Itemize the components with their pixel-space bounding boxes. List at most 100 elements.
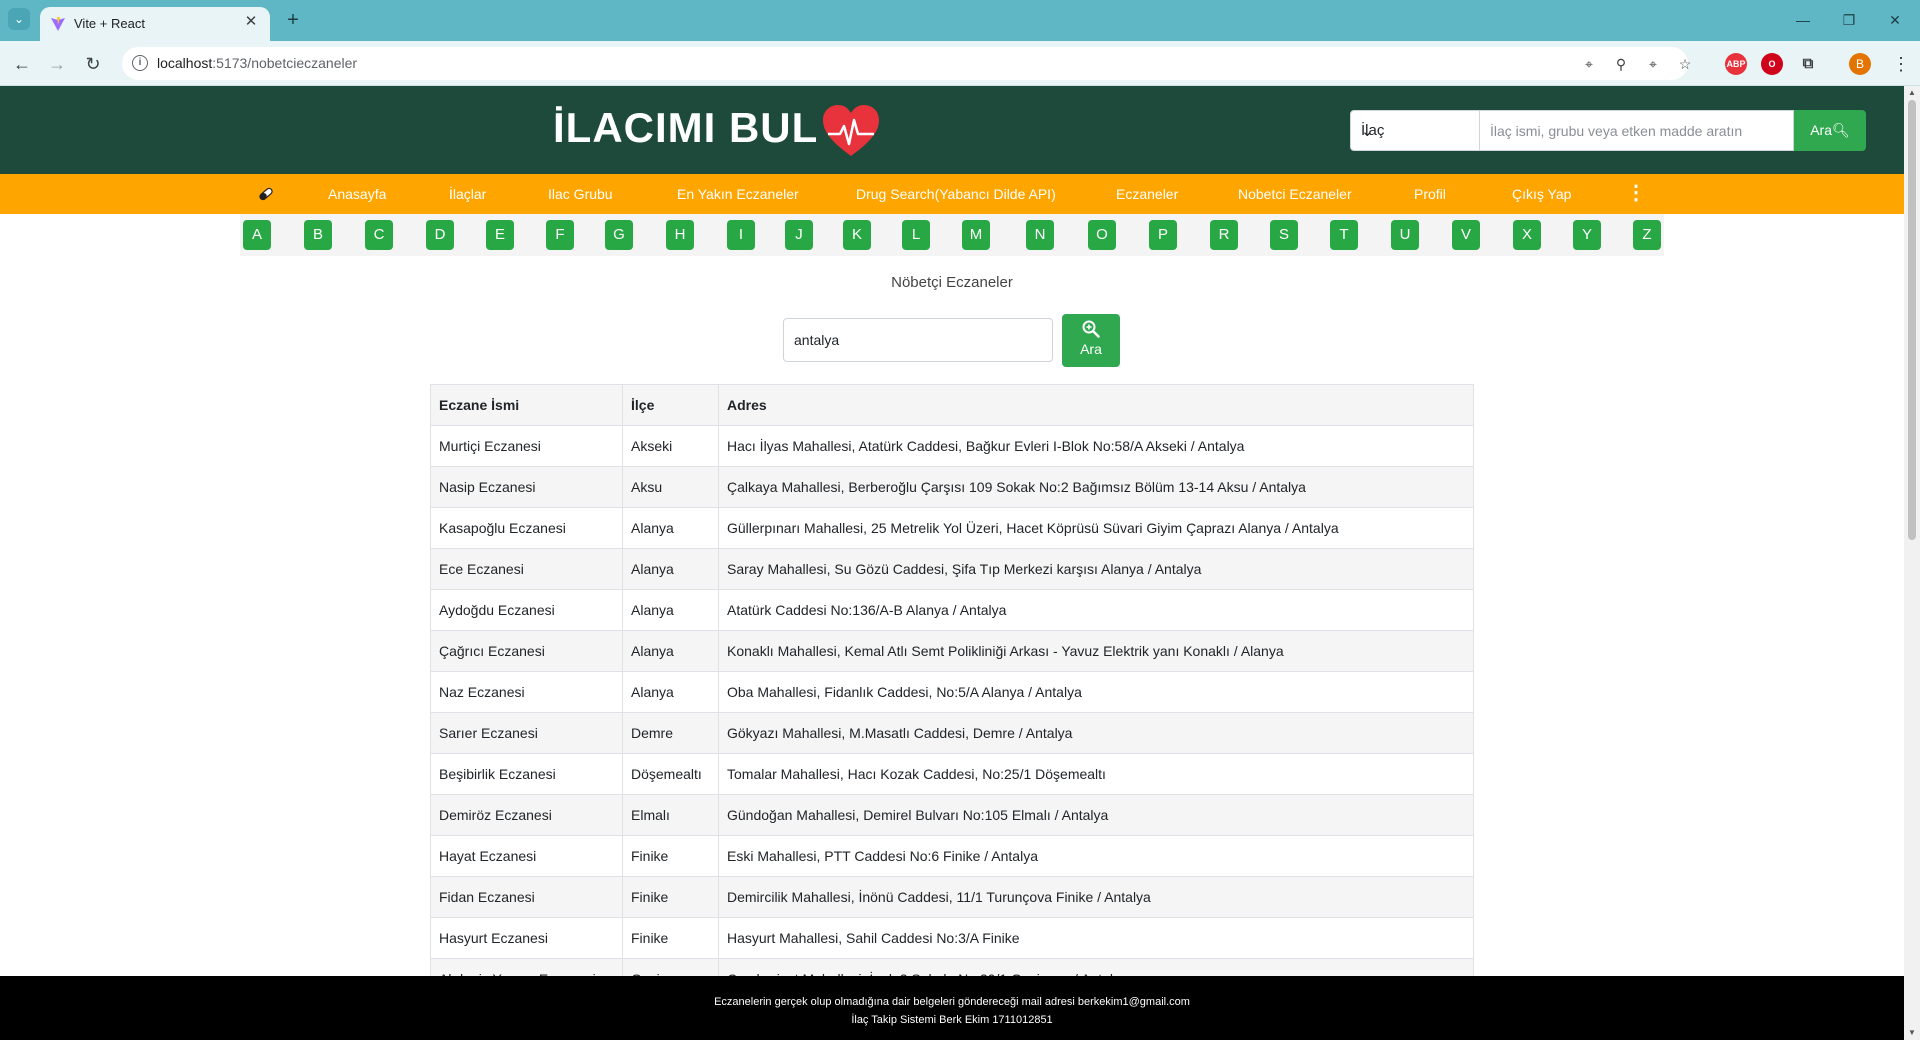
address: Hacı İlyas Mahallesi, Atatürk Caddesi, B… — [718, 425, 1474, 467]
letter-button[interactable]: R — [1210, 220, 1238, 250]
column-header: Adres — [718, 384, 1474, 426]
letter-button[interactable]: P — [1149, 220, 1177, 250]
district: Finike — [622, 876, 719, 918]
page-viewport: İLACIMI BUL İlaç ⌄ İlaç ismi, grubu veya… — [0, 86, 1904, 1040]
tab-close-icon[interactable]: ✕ — [242, 13, 260, 31]
table-row: Hasyurt Eczanesi Finike Hasyurt Mahallesi,… — [430, 917, 1474, 959]
table-row: Demiröz Eczanesi Elmalı Gündoğan Mahallesi… — [430, 794, 1474, 836]
alphabet-filter: A B C D E F G H I J K L M N O P R S T U … — [240, 214, 1664, 256]
letter-button[interactable]: X — [1513, 220, 1541, 250]
location-icon[interactable]: ⌖ — [1578, 53, 1600, 75]
letter-button[interactable]: T — [1330, 220, 1358, 250]
pin-icon[interactable]: ⌖ — [1642, 53, 1664, 75]
site-info-icon[interactable]: i — [132, 55, 148, 71]
city-search-value: antalya — [794, 332, 840, 348]
pharmacy-name: Fidan Eczanesi — [430, 876, 623, 918]
tab-search-chevron-icon[interactable]: ⌄ — [8, 8, 30, 30]
close-window-icon[interactable]: ✕ — [1882, 9, 1908, 31]
pill-icon[interactable] — [258, 186, 274, 202]
letter-button[interactable]: O — [1088, 220, 1116, 250]
restore-icon[interactable]: ❐ — [1836, 9, 1862, 31]
nav-ilac-grubu[interactable]: Ilac Grubu — [548, 174, 613, 214]
extensions-puzzle-icon[interactable]: ⧉ — [1797, 53, 1819, 75]
minimize-icon[interactable]: — — [1790, 9, 1816, 31]
table-row: Nasip Eczanesi Aksu Çalkaya Mahallesi, Ber… — [430, 466, 1474, 508]
browser-tabbar: ⌄ Vite + React ✕ + — ❐ ✕ — [0, 0, 1920, 41]
letter-button[interactable]: F — [546, 220, 574, 250]
letter-button[interactable]: N — [1026, 220, 1054, 250]
letter-button[interactable]: D — [426, 220, 454, 250]
letter-button[interactable]: J — [785, 220, 813, 250]
browser-menu-icon[interactable]: ⋮ — [1892, 51, 1910, 77]
district: Finike — [622, 917, 719, 959]
search-type-select[interactable]: İlaç ⌄ — [1350, 110, 1480, 151]
nav-en-yakin-eczaneler[interactable]: En Yakın Eczaneler — [677, 174, 799, 214]
header-search-button[interactable]: Ara🔍︎ — [1794, 110, 1866, 151]
address: Tomalar Mahallesi, Hacı Kozak Caddesi, N… — [718, 753, 1474, 795]
browser-tab[interactable]: Vite + React ✕ — [40, 7, 270, 41]
letter-button[interactable]: K — [843, 220, 871, 250]
pharmacy-name: Ece Eczanesi — [430, 548, 623, 590]
main-navbar: Anasayfa İlaçlar Ilac Grubu En Yakın Ecz… — [0, 174, 1904, 214]
district: Finike — [622, 835, 719, 877]
forward-icon[interactable]: → — [44, 51, 70, 77]
site-logo[interactable]: İLACIMI BUL — [553, 104, 818, 152]
letter-button[interactable]: V — [1452, 220, 1480, 250]
letter-button[interactable]: A — [243, 220, 271, 250]
letter-button[interactable]: H — [666, 220, 694, 250]
profile-avatar[interactable]: B — [1849, 53, 1871, 75]
tab-title: Vite + React — [74, 16, 145, 31]
nav-ilaclar[interactable]: İlaçlar — [449, 174, 486, 214]
page-scrollbar[interactable]: ▲ ▼ — [1904, 86, 1920, 1040]
search-icon: 🔍︎ — [1832, 122, 1850, 138]
city-search-button[interactable]: Ara — [1062, 314, 1120, 367]
nav-cikis-yap[interactable]: Çıkış Yap — [1512, 174, 1571, 214]
drug-search-input[interactable]: İlaç ismi, grubu veya etken madde aratın — [1480, 110, 1794, 151]
more-vertical-icon[interactable]: ⋮ — [1626, 174, 1646, 214]
reload-icon[interactable]: ↻ — [80, 51, 106, 77]
district: Alanya — [622, 548, 719, 590]
adblock-extension-icon[interactable]: ABP — [1725, 53, 1747, 75]
district: Aksu — [622, 466, 719, 508]
chevron-down-icon: ⌄ — [1361, 123, 1374, 140]
letter-button[interactable]: B — [304, 220, 332, 250]
bookmark-star-icon[interactable]: ☆ — [1674, 53, 1696, 75]
district: Elmalı — [622, 794, 719, 836]
nav-eczaneler[interactable]: Eczaneler — [1116, 174, 1178, 214]
address-url: localhost:5173/nobetcieczaneler — [157, 55, 358, 71]
back-icon[interactable]: ← — [9, 51, 35, 77]
nav-profil[interactable]: Profil — [1414, 174, 1446, 214]
table-row: Beşibirlik Eczanesi Döşemealtı Tomalar Mah… — [430, 753, 1474, 795]
scrollbar-thumb[interactable] — [1908, 100, 1916, 540]
pharmacy-name: Çağrıcı Eczanesi — [430, 630, 623, 672]
opera-extension-icon[interactable]: O — [1761, 53, 1783, 75]
letter-button[interactable]: G — [605, 220, 633, 250]
scroll-down-icon[interactable]: ▼ — [1904, 1026, 1920, 1040]
nav-anasayfa[interactable]: Anasayfa — [328, 174, 386, 214]
site-header: İLACIMI BUL İlaç ⌄ İlaç ismi, grubu veya… — [0, 86, 1904, 174]
nav-drug-search[interactable]: Drug Search(Yabancı Dilde API) — [856, 174, 1056, 214]
letter-button[interactable]: M — [962, 220, 990, 250]
address: Gökyazı Mahallesi, M.Masatlı Caddesi, De… — [718, 712, 1474, 754]
zoom-icon[interactable]: ⚲ — [1610, 53, 1632, 75]
letter-button[interactable]: Z — [1633, 220, 1661, 250]
letter-button[interactable]: L — [902, 220, 930, 250]
zoom-in-icon — [1082, 320, 1100, 338]
heart-pulse-icon — [823, 105, 879, 156]
district: Alanya — [622, 589, 719, 631]
nav-nobetci-eczaneler[interactable]: Nobetci Eczaneler — [1238, 174, 1352, 214]
address-bar[interactable]: i localhost:5173/nobetcieczaneler ⌖ ⚲ ⌖ … — [122, 47, 1691, 80]
table-row: Aydoğdu Eczanesi Alanya Atatürk Caddesi No… — [430, 589, 1474, 631]
letter-button[interactable]: U — [1391, 220, 1419, 250]
new-tab-icon[interactable]: + — [282, 9, 304, 31]
letter-button[interactable]: S — [1270, 220, 1298, 250]
scroll-up-icon[interactable]: ▲ — [1904, 86, 1920, 100]
letter-button[interactable]: C — [365, 220, 393, 250]
table-row: Fidan Eczanesi Finike Demircilik Mahallesi… — [430, 876, 1474, 918]
letter-button[interactable]: E — [486, 220, 514, 250]
letter-button[interactable]: Y — [1573, 220, 1601, 250]
city-search-input[interactable]: antalya — [783, 318, 1053, 362]
footer-contact-text: Eczanelerin gerçek olup olmadığına dair … — [714, 996, 1190, 1008]
district: Alanya — [622, 630, 719, 672]
letter-button[interactable]: I — [727, 220, 755, 250]
